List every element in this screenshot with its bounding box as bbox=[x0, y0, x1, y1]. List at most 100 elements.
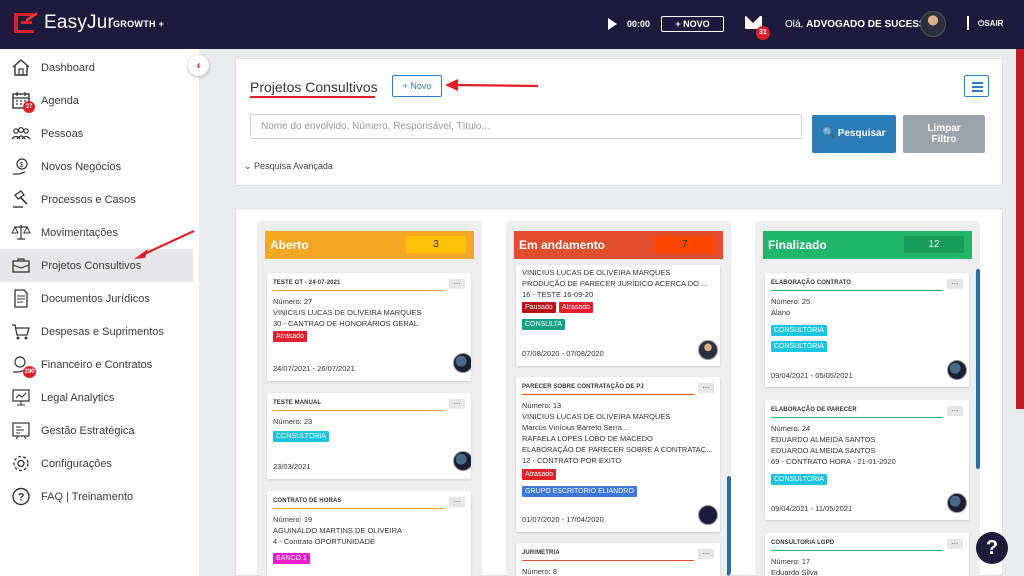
scales-icon bbox=[11, 225, 31, 240]
card-line: RAFAELA LOPES LOBO DE MACEDO bbox=[522, 434, 653, 443]
card-divider bbox=[771, 550, 943, 551]
card-menu-button[interactable]: ... bbox=[449, 398, 465, 409]
status-badge: Pausado bbox=[522, 302, 556, 313]
card-line: Alano bbox=[771, 308, 791, 317]
card-line: Número: 8 bbox=[522, 567, 558, 576]
top-bar: EasyJur GROWTH + 00:00 + NOVO 31 Olá, AD… bbox=[0, 0, 1024, 49]
status-badge: Atrasado bbox=[559, 302, 594, 313]
status-badge: CONSULTORIA bbox=[771, 325, 827, 336]
sidebar-item-novos-negocios[interactable]: $ Novos Negócios bbox=[0, 150, 193, 183]
sidebar-item-pessoas[interactable]: Pessoas bbox=[0, 117, 193, 150]
status-badge: Atrasado bbox=[522, 469, 557, 480]
card-divider bbox=[771, 290, 943, 291]
column-scrollbar[interactable] bbox=[976, 269, 980, 469]
people-icon bbox=[11, 126, 31, 140]
sidebar-item-label: Dashboard bbox=[41, 61, 95, 74]
project-card[interactable]: TESTE GT - 24-07-2021 ... Número: 27 VIN… bbox=[267, 273, 471, 381]
search-input[interactable] bbox=[250, 114, 802, 139]
sidebar-item-agenda[interactable]: 37 Agenda bbox=[0, 84, 193, 117]
advanced-search-toggle[interactable]: ⌄ Pesquisa Avançada bbox=[244, 161, 333, 172]
logout-button[interactable]: ⏻SAIR bbox=[978, 19, 1003, 29]
kanban-column-aberto: Aberto 3 TESTE GT - 24-07-2021 ... Númer… bbox=[257, 221, 482, 576]
card-line: Número: 23 bbox=[273, 417, 313, 426]
new-top-button[interactable]: + NOVO bbox=[661, 16, 724, 32]
project-card[interactable]: JURIMETRIA ... Número: 8 bbox=[516, 543, 720, 576]
status-badge: CONSULTORIA bbox=[273, 431, 329, 442]
sidebar-item-despesas[interactable]: Despesas e Suprimentos bbox=[0, 315, 193, 348]
sidebar-item-configuracoes[interactable]: Configurações bbox=[0, 447, 193, 480]
kanban-column-finalizado: Finalizado 12 ELABORAÇÃO CONTRATO ... Nú… bbox=[755, 221, 980, 576]
card-line: 16 - TESTE 16-09-20 bbox=[522, 290, 594, 299]
search-button[interactable]: 🔍 Pesquisar bbox=[812, 115, 896, 153]
card-title: JURIMETRIA bbox=[522, 550, 560, 556]
sidebar-item-faq[interactable]: ? FAQ | Treinamento bbox=[0, 480, 193, 513]
svg-text:?: ? bbox=[18, 492, 25, 504]
sidebar-item-label: Novos Negócios bbox=[41, 160, 122, 173]
card-divider bbox=[273, 508, 445, 509]
column-title: Finalizado bbox=[768, 238, 827, 252]
project-card[interactable]: TESTE MANUAL ... Número: 23 CONSULTORIA … bbox=[267, 393, 471, 479]
brand-logo[interactable]: EasyJur bbox=[12, 11, 114, 35]
project-card[interactable]: PARECER SOBRE CONTRATAÇÃO DE PJ ... Núme… bbox=[516, 377, 720, 532]
avatar bbox=[947, 360, 967, 380]
card-line: Marcus Vinícius Barreto Serra... bbox=[522, 423, 629, 432]
help-circle-icon: ? bbox=[12, 487, 30, 506]
card-date: 09/04/2021 - 05/05/2021 bbox=[771, 371, 853, 380]
presentation-chart-icon bbox=[12, 389, 30, 406]
user-avatar[interactable] bbox=[920, 11, 946, 37]
card-menu-button[interactable]: ... bbox=[947, 405, 963, 416]
sidebar-item-documentos[interactable]: Documentos Jurídicos bbox=[0, 282, 193, 315]
timer: 00:00 bbox=[627, 19, 651, 29]
card-line: VINICIUS LUCAS DE OLIVEIRA MARQUES bbox=[522, 412, 671, 421]
card-title: TESTE MANUAL bbox=[273, 400, 322, 406]
sidebar-item-gestao-estrategica[interactable]: Gestão Estratégica bbox=[0, 414, 193, 447]
home-icon bbox=[12, 59, 30, 76]
card-line: VINICIUS LUCAS DE OLIVEIRA MARQUES bbox=[273, 308, 422, 317]
sidebar-item-label: Projetos Consultivos bbox=[41, 259, 142, 272]
sidebar-item-dashboard[interactable]: Dashboard bbox=[0, 51, 193, 84]
list-view-button[interactable] bbox=[964, 75, 989, 97]
new-project-button[interactable]: + Novo bbox=[392, 75, 442, 97]
card-menu-button[interactable]: ... bbox=[698, 382, 714, 393]
play-icon[interactable] bbox=[608, 18, 617, 30]
card-date: 01/07/2020 - 17/04/2020 bbox=[522, 515, 604, 524]
page-scrollbar[interactable] bbox=[1016, 49, 1024, 409]
card-divider bbox=[273, 410, 445, 411]
column-scrollbar[interactable] bbox=[727, 476, 731, 576]
project-card[interactable]: CONSULTORIA LGPD ... Número: 17 Eduardo … bbox=[765, 533, 969, 576]
status-badge: CONSULTA bbox=[522, 319, 566, 330]
advanced-search-label: Pesquisa Avançada bbox=[254, 161, 333, 171]
card-line: AGUINALDO MARTINS DE OLIVEIRA bbox=[273, 526, 403, 535]
card-date: 24/07/2021 - 26/07/2021 bbox=[273, 364, 355, 373]
avatar bbox=[698, 505, 718, 525]
card-menu-button[interactable]: ... bbox=[947, 278, 963, 289]
search-button-label: Pesquisar bbox=[837, 128, 886, 139]
project-card[interactable]: ELABORAÇÃO CONTRATO ... Número: 25 Alano… bbox=[765, 273, 969, 387]
card-line: 69 - CONTRATO HORA - 21-01-2020 bbox=[771, 457, 896, 466]
card-menu-button[interactable]: ... bbox=[698, 548, 714, 559]
card-title: ELABORAÇÃO CONTRATO bbox=[771, 280, 852, 286]
gavel-icon bbox=[13, 190, 28, 208]
help-button[interactable]: ? bbox=[976, 532, 1008, 564]
card-date: 09/04/2021 - 11/05/2021 bbox=[771, 504, 853, 513]
sidebar-item-processos[interactable]: Processos e Casos bbox=[0, 183, 193, 216]
project-card[interactable]: ELABORAÇÃO DE PARECER ... Número: 24 EDU… bbox=[765, 400, 969, 520]
sidebar-item-label: Configurações bbox=[41, 457, 112, 470]
clear-filter-button[interactable]: Limpar Filtro bbox=[903, 115, 985, 153]
card-divider bbox=[522, 560, 694, 561]
strategy-board-icon bbox=[12, 422, 30, 440]
greeting: Olá, ADVOGADO DE SUCESSO bbox=[785, 19, 933, 30]
project-card[interactable]: CONTRATO DE HORAS ... Número: 19 AGUINAL… bbox=[267, 491, 471, 576]
card-menu-button[interactable]: ... bbox=[947, 538, 963, 549]
column-title: Em andamento bbox=[519, 238, 606, 252]
card-menu-button[interactable]: ... bbox=[449, 278, 465, 289]
avatar bbox=[453, 353, 471, 373]
cart-icon bbox=[12, 324, 30, 340]
collapse-sidebar-button[interactable]: ‹ bbox=[188, 55, 209, 76]
card-menu-button[interactable]: ... bbox=[449, 496, 465, 507]
avatar bbox=[947, 493, 967, 513]
sidebar-item-financeiro[interactable]: 290 Financeiro e Contratos bbox=[0, 348, 193, 381]
sidebar-item-legal-analytics[interactable]: Legal Analytics bbox=[0, 381, 193, 414]
page-title: Projetos Consultivos bbox=[250, 79, 378, 95]
project-card[interactable]: VINICIUS LUCAS DE OLIVEIRA MARQUES PRODU… bbox=[516, 265, 720, 366]
